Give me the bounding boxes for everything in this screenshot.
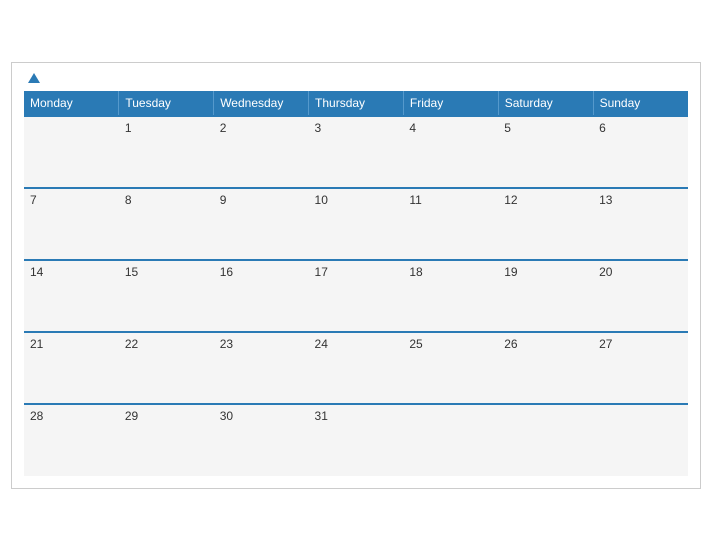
day-cell xyxy=(24,116,119,188)
day-number: 17 xyxy=(315,265,328,279)
day-number: 9 xyxy=(220,193,227,207)
day-number: 21 xyxy=(30,337,43,351)
day-cell: 17 xyxy=(309,260,404,332)
day-cell: 28 xyxy=(24,404,119,476)
day-cell: 14 xyxy=(24,260,119,332)
day-number: 1 xyxy=(125,121,132,135)
day-cell: 12 xyxy=(498,188,593,260)
day-number: 22 xyxy=(125,337,138,351)
day-cell: 5 xyxy=(498,116,593,188)
day-cell: 29 xyxy=(119,404,214,476)
day-number: 4 xyxy=(409,121,416,135)
day-number: 24 xyxy=(315,337,328,351)
day-number: 5 xyxy=(504,121,511,135)
logo-blue-text xyxy=(24,73,40,83)
day-cell: 3 xyxy=(309,116,404,188)
day-cell: 31 xyxy=(309,404,404,476)
day-number: 25 xyxy=(409,337,422,351)
day-number: 30 xyxy=(220,409,233,423)
logo-triangle-icon xyxy=(28,73,40,83)
day-cell: 11 xyxy=(403,188,498,260)
day-number: 14 xyxy=(30,265,43,279)
calendar-header xyxy=(24,73,688,83)
day-number: 11 xyxy=(409,193,421,207)
day-number: 12 xyxy=(504,193,517,207)
logo xyxy=(24,73,40,83)
day-number: 20 xyxy=(599,265,612,279)
day-cell: 7 xyxy=(24,188,119,260)
day-cell: 4 xyxy=(403,116,498,188)
day-number: 6 xyxy=(599,121,606,135)
day-number: 28 xyxy=(30,409,43,423)
day-number: 10 xyxy=(315,193,328,207)
day-number: 3 xyxy=(315,121,322,135)
day-cell: 10 xyxy=(309,188,404,260)
day-cell: 19 xyxy=(498,260,593,332)
day-number: 27 xyxy=(599,337,612,351)
day-number: 26 xyxy=(504,337,517,351)
day-cell: 6 xyxy=(593,116,688,188)
weekday-header-saturday: Saturday xyxy=(498,91,593,116)
week-row-0: 1 2 3 4 5 6 xyxy=(24,116,688,188)
day-number: 8 xyxy=(125,193,132,207)
week-row-1: 7 8 9 10 11 12 13 xyxy=(24,188,688,260)
day-cell: 2 xyxy=(214,116,309,188)
day-cell: 22 xyxy=(119,332,214,404)
weekday-header-friday: Friday xyxy=(403,91,498,116)
week-row-3: 21 22 23 24 25 26 27 xyxy=(24,332,688,404)
week-row-2: 14 15 16 17 18 19 20 xyxy=(24,260,688,332)
day-cell: 27 xyxy=(593,332,688,404)
day-number: 7 xyxy=(30,193,37,207)
weekday-header-monday: Monday xyxy=(24,91,119,116)
day-cell: 25 xyxy=(403,332,498,404)
day-number: 2 xyxy=(220,121,227,135)
weekday-header-tuesday: Tuesday xyxy=(119,91,214,116)
day-cell: 26 xyxy=(498,332,593,404)
day-cell: 16 xyxy=(214,260,309,332)
day-number: 18 xyxy=(409,265,422,279)
day-cell: 8 xyxy=(119,188,214,260)
weekday-header-row: MondayTuesdayWednesdayThursdayFridaySatu… xyxy=(24,91,688,116)
day-number: 19 xyxy=(504,265,517,279)
week-row-4: 28 29 30 31 xyxy=(24,404,688,476)
day-cell: 9 xyxy=(214,188,309,260)
day-cell xyxy=(403,404,498,476)
day-cell: 23 xyxy=(214,332,309,404)
calendar-table: MondayTuesdayWednesdayThursdayFridaySatu… xyxy=(24,91,688,476)
calendar: MondayTuesdayWednesdayThursdayFridaySatu… xyxy=(11,62,701,489)
weekday-header-sunday: Sunday xyxy=(593,91,688,116)
day-cell: 13 xyxy=(593,188,688,260)
day-number: 29 xyxy=(125,409,138,423)
day-cell: 21 xyxy=(24,332,119,404)
day-number: 16 xyxy=(220,265,233,279)
weekday-header-thursday: Thursday xyxy=(309,91,404,116)
day-cell: 1 xyxy=(119,116,214,188)
day-cell: 24 xyxy=(309,332,404,404)
day-number: 31 xyxy=(315,409,328,423)
day-number: 23 xyxy=(220,337,233,351)
day-cell: 15 xyxy=(119,260,214,332)
day-number: 13 xyxy=(599,193,612,207)
day-cell: 18 xyxy=(403,260,498,332)
day-cell: 20 xyxy=(593,260,688,332)
day-cell xyxy=(498,404,593,476)
day-number: 15 xyxy=(125,265,138,279)
day-cell xyxy=(593,404,688,476)
weekday-header-wednesday: Wednesday xyxy=(214,91,309,116)
day-cell: 30 xyxy=(214,404,309,476)
